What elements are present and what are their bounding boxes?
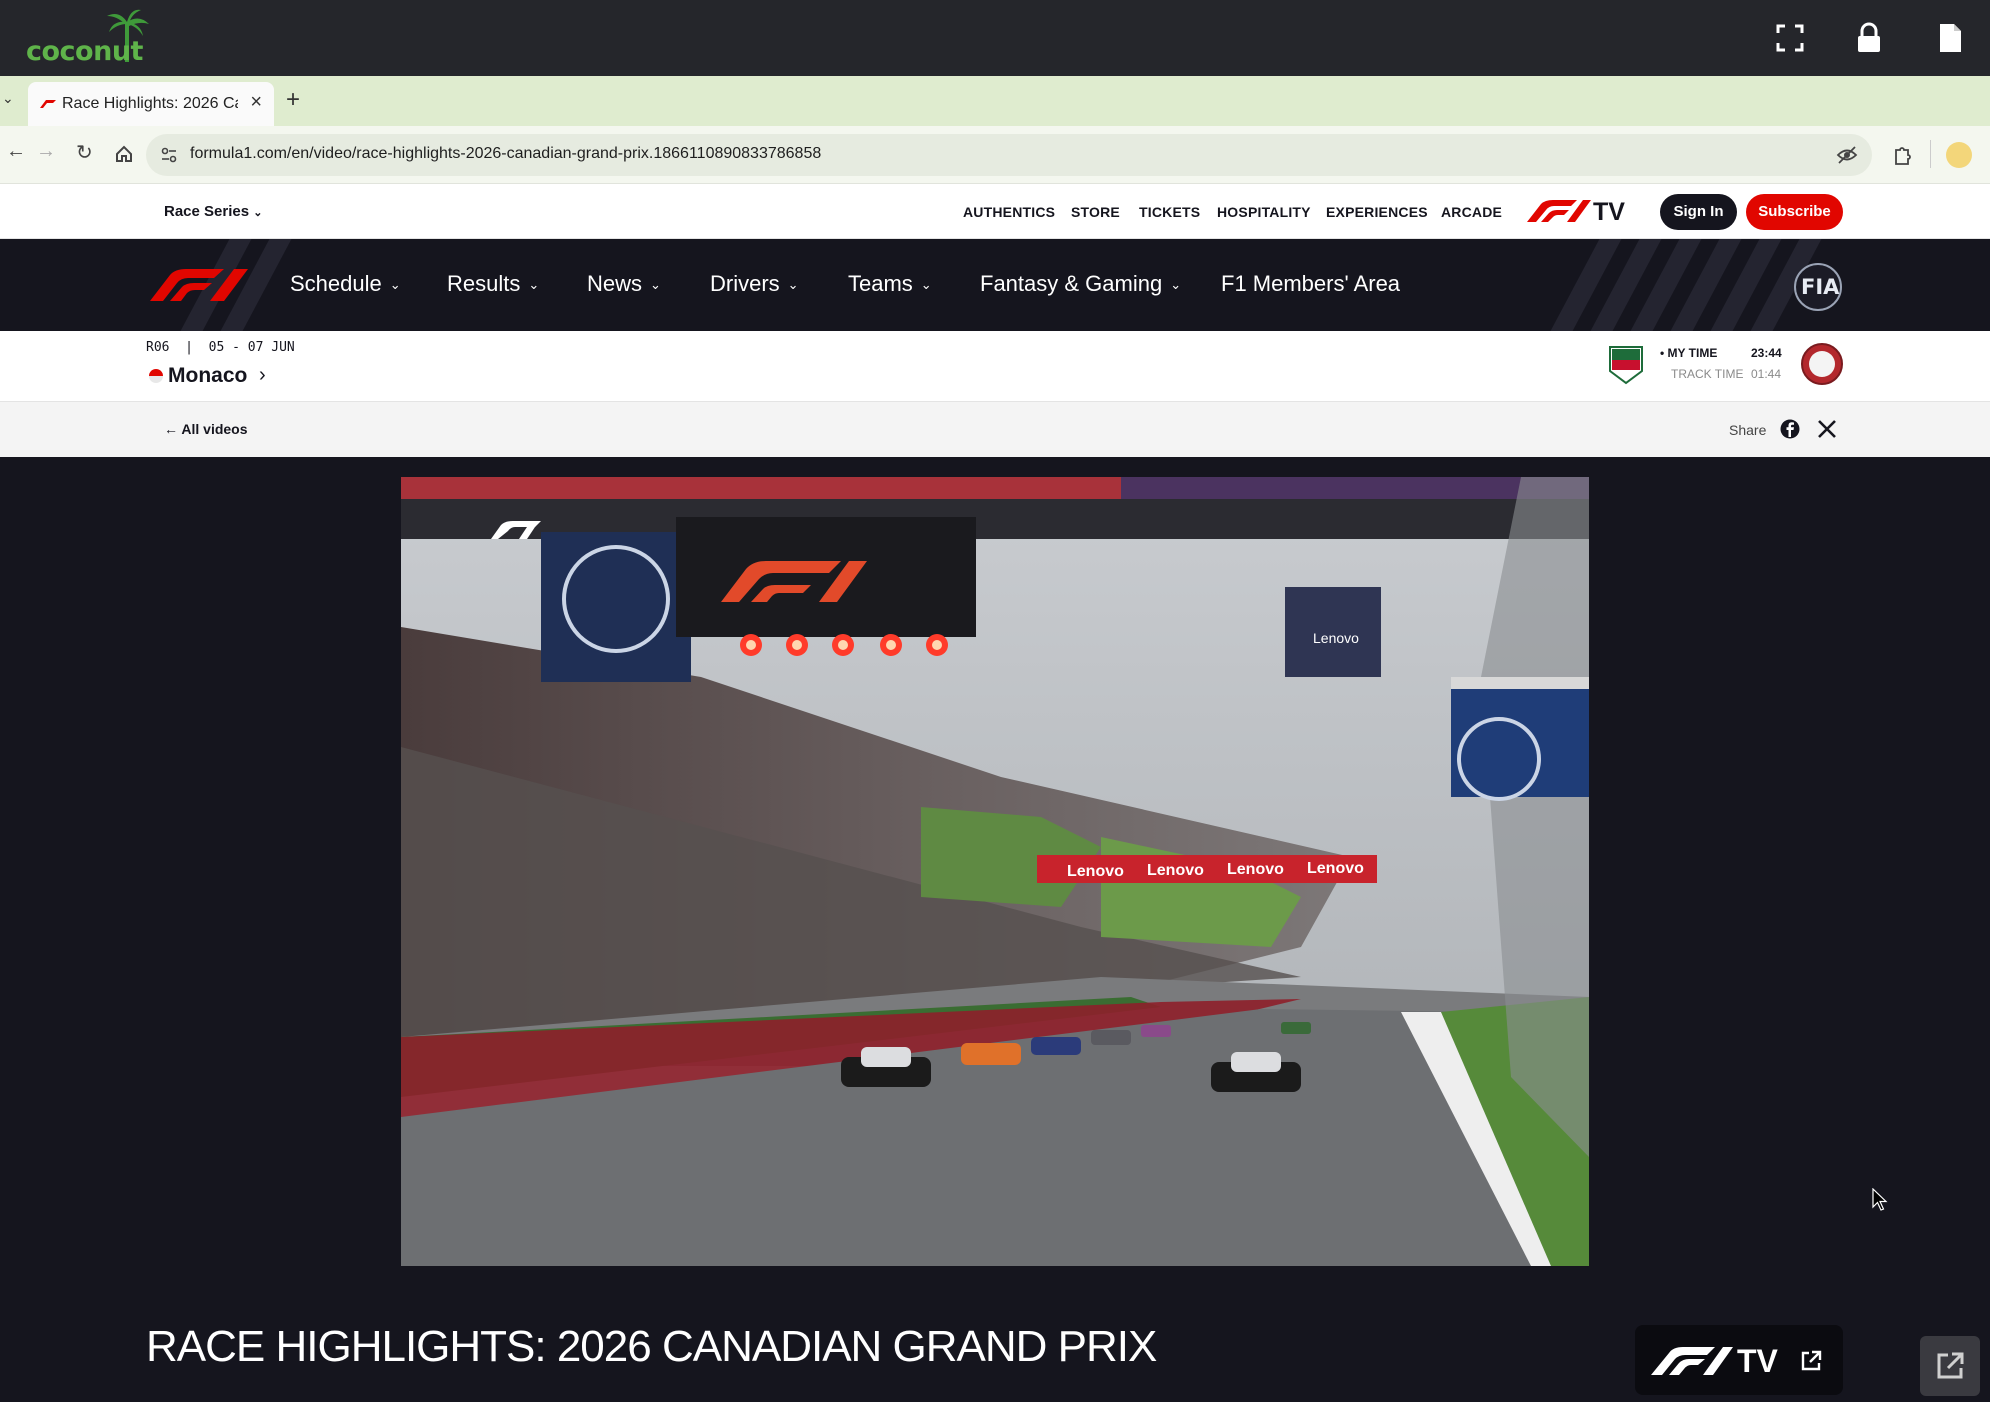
x-twitter-icon[interactable] <box>1818 420 1836 438</box>
facebook-icon[interactable] <box>1780 419 1800 439</box>
nav-news[interactable]: News ⌄ <box>587 271 661 297</box>
svg-text:Lenovo: Lenovo <box>1067 863 1124 880</box>
profile-avatar[interactable] <box>1946 142 1972 168</box>
f1-logo-icon <box>1527 200 1591 222</box>
chevron-down-icon: ⌄ <box>253 207 263 219</box>
video-frame: Lenovo Lenovo Lenovo Lenovo Lenovo <box>401 477 1589 1266</box>
home-icon[interactable] <box>114 144 134 164</box>
brand-name: coconut <box>26 36 143 67</box>
forward-arrow-icon[interactable]: → <box>36 140 56 163</box>
subscribe-button[interactable]: Subscribe <box>1746 194 1843 230</box>
my-time-value: 23:44 <box>1751 346 1782 360</box>
tab-title: Race Highlights: 2026 Ca <box>62 95 238 112</box>
chevron-right-icon[interactable]: › <box>259 364 266 387</box>
svg-text:Lenovo: Lenovo <box>1307 860 1364 877</box>
chevron-down-icon: ⌄ <box>920 277 932 292</box>
track-time-label: TRACK TIME <box>1671 367 1744 381</box>
video-player[interactable]: Lenovo Lenovo Lenovo Lenovo Lenovo <box>401 477 1589 1266</box>
nav-drivers[interactable]: Drivers ⌄ <box>710 271 799 297</box>
open-external-button[interactable] <box>1920 1336 1980 1396</box>
document-icon[interactable] <box>1932 20 1968 56</box>
nav-results[interactable]: Results ⌄ <box>447 271 539 297</box>
page-title: RACE HIGHLIGHTS: 2026 CANADIAN GRAND PRI… <box>146 1322 1157 1371</box>
track-time-value: 01:44 <box>1751 367 1782 381</box>
f1tv-text: TV <box>1593 198 1625 226</box>
f1tv-button-text: TV <box>1737 1343 1778 1379</box>
eye-off-icon[interactable] <box>1836 145 1858 165</box>
chevron-down-icon: ⌄ <box>528 277 540 292</box>
experiences-link[interactable]: EXPERIENCES <box>1326 204 1428 220</box>
svg-text:Lenovo: Lenovo <box>1313 630 1359 646</box>
chevron-down-icon: ⌄ <box>787 277 799 292</box>
round-dates: R06 | 05 - 07 JUN <box>146 340 295 355</box>
arcade-link[interactable]: ARCADE <box>1441 204 1502 220</box>
toolbar-divider <box>1930 140 1931 168</box>
hospitality-link[interactable]: HOSPITALITY <box>1217 204 1311 220</box>
url-text: formula1.com/en/video/race-highlights-20… <box>190 145 822 162</box>
video-subnav: ← All videos Share <box>0 402 1990 457</box>
back-arrow-icon[interactable]: ← <box>6 140 26 163</box>
chevron-down-icon: ⌄ <box>1170 277 1182 292</box>
nav-fantasy-gaming[interactable]: Fantasy & Gaming ⌄ <box>980 271 1181 297</box>
svg-text:Lenovo: Lenovo <box>1227 861 1284 878</box>
lock-icon[interactable] <box>1851 20 1887 56</box>
tab-list-chevron-icon[interactable]: ⌄ <box>2 90 14 107</box>
reload-icon[interactable]: ↻ <box>76 140 93 165</box>
url-field[interactable]: formula1.com/en/video/race-highlights-20… <box>146 134 1872 176</box>
race-series-dropdown[interactable]: Race Series ⌄ <box>164 203 262 220</box>
svg-text:Lenovo: Lenovo <box>1147 862 1204 879</box>
f1-favicon-icon <box>40 100 56 108</box>
authentics-link[interactable]: AUTHENTICS <box>963 204 1055 220</box>
external-link-icon <box>1801 1350 1822 1371</box>
mouse-cursor-icon <box>1872 1188 1888 1211</box>
nav-schedule[interactable]: Schedule ⌄ <box>290 271 401 297</box>
my-time-label: • MY TIME <box>1660 346 1718 360</box>
grand-prix-link[interactable]: Monaco <box>168 364 247 388</box>
tag-heuer-logo <box>1608 345 1644 385</box>
watch-icon <box>1801 343 1843 385</box>
os-top-bar: coconut <box>0 0 1990 76</box>
f1-home-logo[interactable] <box>150 269 250 301</box>
main-navigation: Schedule ⌄ Results ⌄ News ⌄ Drivers ⌄ Teams ⌄… <box>0 239 1990 331</box>
external-link-icon <box>1937 1352 1964 1379</box>
tab-close-icon[interactable]: × <box>250 91 262 114</box>
f1tv-watch-button[interactable]: TV <box>1635 1325 1843 1395</box>
store-link[interactable]: STORE <box>1071 204 1120 220</box>
nav-teams[interactable]: Teams ⌄ <box>848 271 932 297</box>
nav-members-area[interactable]: F1 Members' Area <box>1221 271 1400 297</box>
f1tv-link[interactable]: TV <box>1527 198 1637 228</box>
f1-logo-icon <box>1651 1347 1733 1375</box>
monaco-flag-icon <box>149 369 163 383</box>
share-label: Share <box>1729 422 1767 438</box>
browser-tab[interactable]: Race Highlights: 2026 Ca × <box>28 82 274 126</box>
fia-logo[interactable]: FIA <box>1794 263 1842 311</box>
f1-utility-bar: Race Series ⌄ AUTHENTICS STORE TICKETS H… <box>0 184 1990 239</box>
new-tab-button[interactable]: + <box>286 86 300 114</box>
chevron-down-icon: ⌄ <box>389 277 401 292</box>
browser-address-bar: ← → ↻ formula1.com/en/video/race-highlig… <box>0 126 1990 184</box>
race-info-bar: R06 | 05 - 07 JUN Monaco › • MY TIME 23:… <box>0 331 1990 402</box>
chevron-down-icon: ⌄ <box>650 277 661 292</box>
fullscreen-icon[interactable] <box>1772 20 1808 56</box>
all-videos-link[interactable]: ← All videos <box>164 421 248 437</box>
browser-tab-bar: ⌄ Race Highlights: 2026 Ca × + <box>0 76 1990 126</box>
site-settings-icon[interactable] <box>160 146 178 164</box>
extensions-icon[interactable] <box>1892 144 1912 166</box>
coconut-logo: coconut <box>24 8 154 70</box>
sign-in-button[interactable]: Sign In <box>1660 194 1737 230</box>
tickets-link[interactable]: TICKETS <box>1139 204 1200 220</box>
